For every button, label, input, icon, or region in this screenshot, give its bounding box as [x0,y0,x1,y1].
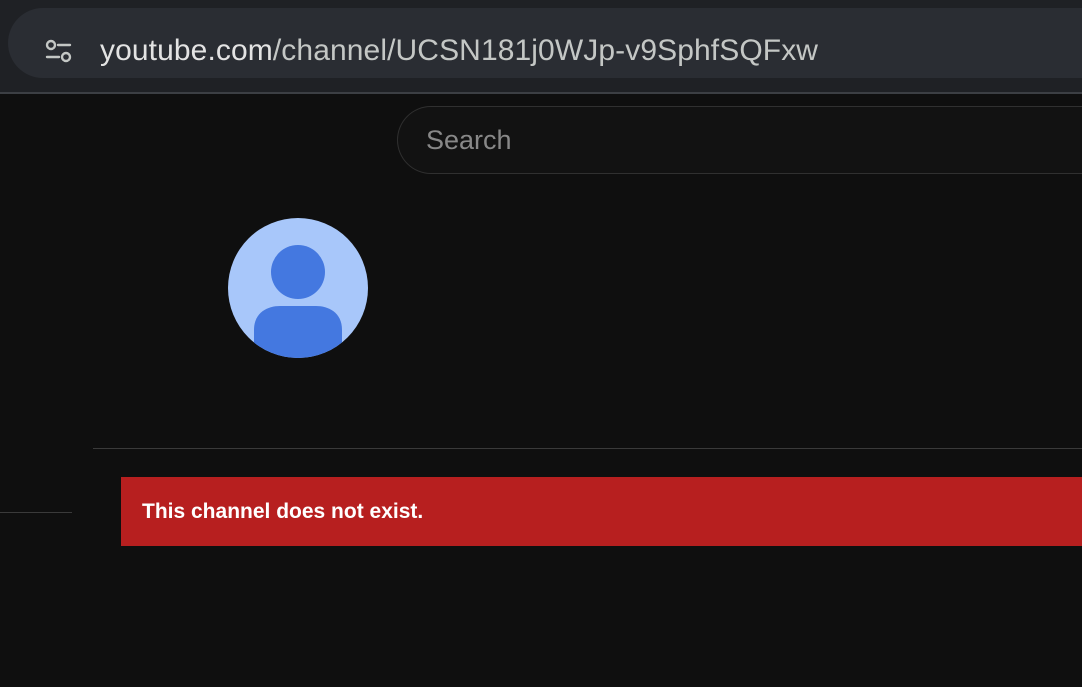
search-input[interactable] [426,107,1066,173]
channel-avatar [228,218,368,358]
browser-toolbar: youtube.com/channel/UCSN181j0WJp-v9SphfS… [0,0,1082,92]
browser-divider [0,92,1082,94]
error-banner: This channel does not exist. [121,477,1082,546]
content-divider [93,448,1082,449]
guide-divider [0,512,72,513]
search-box[interactable] [397,106,1082,174]
address-bar[interactable]: youtube.com/channel/UCSN181j0WJp-v9SphfS… [8,8,1082,78]
site-info-icon[interactable] [44,38,74,64]
error-message: This channel does not exist. [142,500,424,523]
default-person-avatar-icon [254,245,342,358]
url-path: /channel/UCSN181j0WJp-v9SphfSQFxw [272,34,819,67]
url-host: youtube.com [100,34,273,67]
page: youtube.com/channel/UCSN181j0WJp-v9SphfS… [0,0,1082,687]
url-text[interactable]: youtube.com/channel/UCSN181j0WJp-v9SphfS… [100,32,818,70]
